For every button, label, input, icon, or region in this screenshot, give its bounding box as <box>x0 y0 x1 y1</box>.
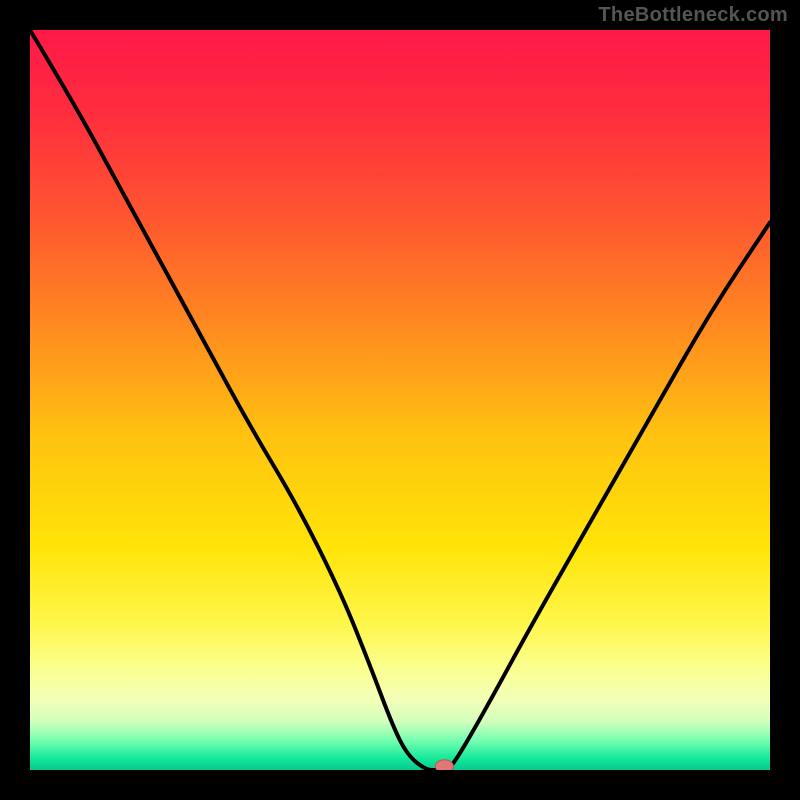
watermark-text: TheBottleneck.com <box>598 4 788 27</box>
chart-frame: { "watermark": "TheBottleneck.com", "col… <box>0 0 800 800</box>
bottleneck-chart <box>0 0 800 800</box>
minimum-marker <box>435 760 453 773</box>
